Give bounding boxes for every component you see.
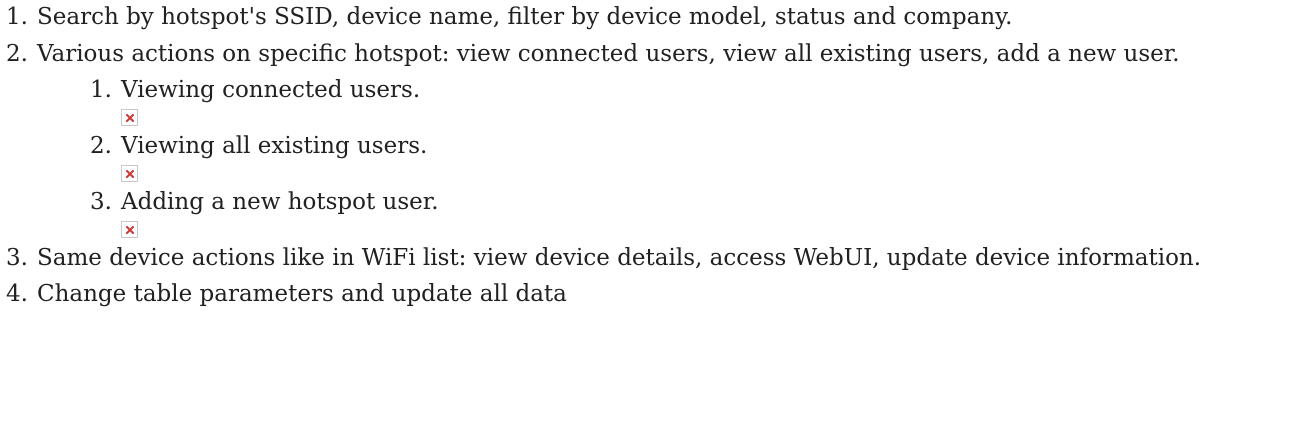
sub-item-text: Viewing all existing users. [121,133,428,159]
sub-list-item: 2. Viewing all existing users. [0,130,1300,182]
sub-item-text: Viewing connected users. [121,77,421,103]
list-item-text: Search by hotspot's SSID, device name, f… [37,4,1013,30]
close-icon [126,170,134,178]
list-item-number: 4. [6,281,28,307]
close-icon [126,226,134,234]
sub-list: 1. Viewing connected users. 2. Viewing a… [0,74,1300,238]
instructions-list: 1. Search by hotspot's SSID, device name… [0,0,1300,311]
list-item: 2. Various actions on specific hotspot: … [0,38,1300,238]
list-item-text: Same device actions like in WiFi list: v… [37,245,1202,271]
sub-item-number: 1. [90,77,112,103]
list-item: 4. Change table parameters and update al… [0,278,1300,311]
sub-item-number: 3. [90,189,112,215]
sub-list-item: 3. Adding a new hotspot user. [0,186,1300,238]
list-item-text: Change table parameters and update all d… [37,281,567,307]
list-item-text: Various actions on specific hotspot: vie… [37,41,1180,67]
list-item-number: 3. [6,245,28,271]
list-item: 1. Search by hotspot's SSID, device name… [0,1,1300,34]
broken-image-icon [121,109,138,126]
list-item-number: 1. [6,4,28,30]
document-page: 1. Search by hotspot's SSID, device name… [0,0,1304,446]
close-icon [126,114,134,122]
broken-image-icon [121,165,138,182]
sub-item-text: Adding a new hotspot user. [121,189,439,215]
sub-item-number: 2. [90,133,112,159]
list-item: 3. Same device actions like in WiFi list… [0,242,1300,275]
sub-list-item: 1. Viewing connected users. [0,74,1300,126]
broken-image-icon [121,221,138,238]
list-item-number: 2. [6,41,28,67]
